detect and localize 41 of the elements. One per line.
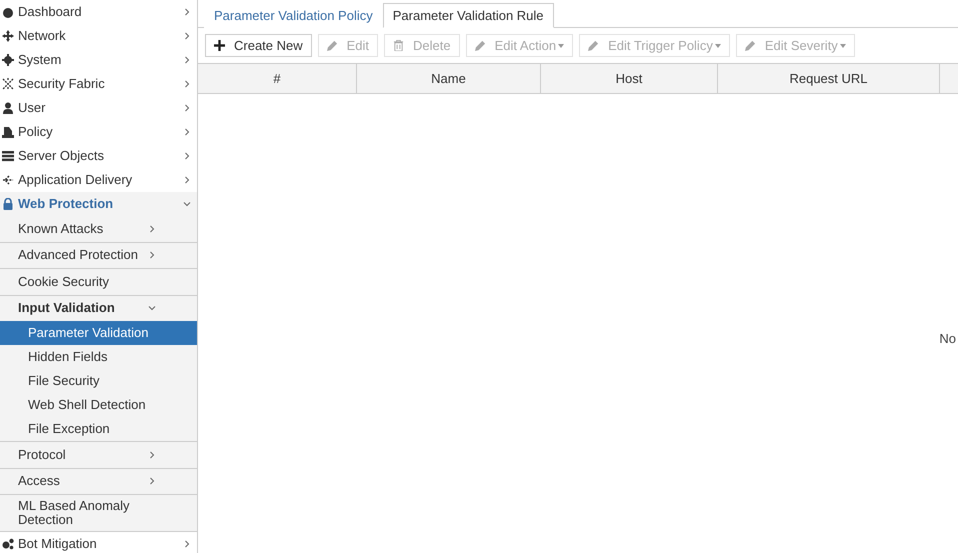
chevron-right-icon [183,152,191,160]
pencil-icon [744,40,756,51]
sidebar-subitem[interactable]: Advanced Protection [0,242,197,269]
pencil-icon [474,40,486,51]
chevron-right-icon [183,176,191,184]
column-header: # [198,64,357,93]
chevron-right-icon [183,80,191,88]
chevron-right-icon [148,450,156,459]
server-rack-icon [2,150,14,162]
lock-icon [2,198,14,210]
chevron-right-icon [183,8,191,16]
caret-icon [714,44,721,48]
chevron-right-icon [183,32,191,40]
pencil-icon [588,40,600,51]
trash-icon [393,40,404,51]
caret-icon [558,44,564,48]
tab[interactable]: Parameter Validation Rule [382,3,554,28]
gear-icon [2,54,14,66]
chevron-right-icon [183,540,191,548]
dotted-x-icon [2,78,14,90]
chevron-right-icon [148,477,156,486]
chevron-right-icon [183,104,191,112]
cross-arrows-icon [2,30,14,42]
plus-icon [214,40,225,51]
pencil-icon [326,40,338,51]
chevron-right-icon [148,251,156,260]
sidebar-item[interactable]: Web Protection [0,192,197,216]
toolbar-button[interactable]: Create New [205,34,312,57]
column-header: Request URL [718,64,940,93]
caret-icon [840,44,846,48]
chevron-right-icon [183,56,191,64]
sidebar-subitem[interactable]: Parameter Validation [0,321,197,345]
empty-table-message: No [939,331,956,346]
chevron-down-icon [148,304,156,312]
chevron-right-icon [148,224,156,233]
chevron-right-icon [183,128,191,136]
user-icon [2,102,14,114]
chevron-down-icon [183,200,191,208]
sidebar-subitem[interactable]: Access [0,468,197,495]
column-header: Host [541,64,718,93]
column-header: Name [357,64,541,93]
